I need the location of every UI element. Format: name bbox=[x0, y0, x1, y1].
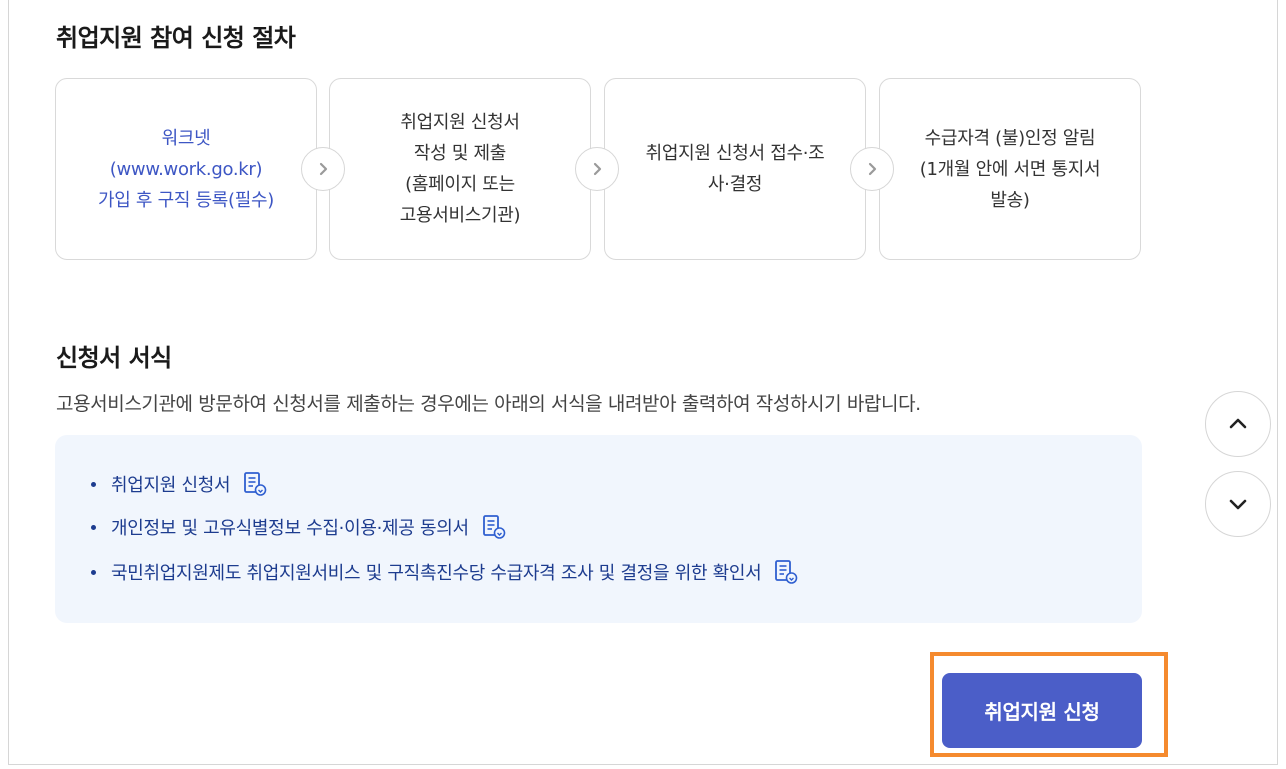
form-item-eligibility-confirmation[interactable]: 국민취업지원제도 취업지원서비스 및 구직촉진수당 수급자격 조사 및 결정을 … bbox=[91, 559, 799, 585]
chevron-right-icon bbox=[575, 147, 619, 191]
procedure-title: 취업지원 참여 신청 절차 bbox=[56, 24, 296, 52]
apply-button[interactable]: 취업지원 신청 bbox=[942, 673, 1142, 748]
bullet bbox=[91, 524, 96, 530]
step-4: 수급자격 (불)인정 알림 (1개월 안에 서면 통지서 발송) bbox=[879, 78, 1141, 260]
form-item-privacy-consent[interactable]: 개인정보 및 고유식별정보 수집·이용·제공 동의서 bbox=[91, 514, 507, 540]
form-item-label[interactable]: 개인정보 및 고유식별정보 수집·이용·제공 동의서 bbox=[111, 514, 469, 540]
chevron-right-icon bbox=[301, 147, 345, 191]
step-2: 취업지원 신청서 작성 및 제출 (홈페이지 또는 고용서비스기관) bbox=[329, 78, 591, 260]
forms-title: 신청서 서식 bbox=[56, 344, 172, 372]
step-1: 워크넷 (www.work.go.kr) 가입 후 구직 등록(필수) bbox=[55, 78, 317, 260]
form-item-label[interactable]: 취업지원 신청서 bbox=[111, 471, 231, 497]
forms-list-box: 취업지원 신청서 개인정보 및 고유식별정보 수집·이용·제공 동의서 국민취업… bbox=[55, 435, 1142, 623]
procedure-steps: 워크넷 (www.work.go.kr) 가입 후 구직 등록(필수) 취업지원… bbox=[55, 78, 1142, 260]
form-item-label[interactable]: 국민취업지원제도 취업지원서비스 및 구직촉진수당 수급자격 조사 및 결정을 … bbox=[111, 559, 762, 585]
document-download-icon[interactable] bbox=[242, 471, 268, 497]
document-download-icon[interactable] bbox=[773, 559, 799, 585]
scroll-up-button[interactable] bbox=[1205, 391, 1271, 457]
chevron-down-icon bbox=[1229, 499, 1247, 510]
form-item-application[interactable]: 취업지원 신청서 bbox=[91, 471, 268, 497]
step-3: 취업지원 신청서 접수·조 사·결정 bbox=[604, 78, 866, 260]
chevron-up-icon bbox=[1229, 418, 1247, 429]
chevron-right-icon bbox=[850, 147, 894, 191]
forms-description: 고용서비스기관에 방문하여 신청서를 제출하는 경우에는 아래의 서식을 내려받… bbox=[56, 393, 921, 415]
document-download-icon[interactable] bbox=[481, 514, 507, 540]
scroll-down-button[interactable] bbox=[1205, 471, 1271, 537]
bullet bbox=[91, 481, 96, 487]
bullet bbox=[91, 569, 96, 575]
